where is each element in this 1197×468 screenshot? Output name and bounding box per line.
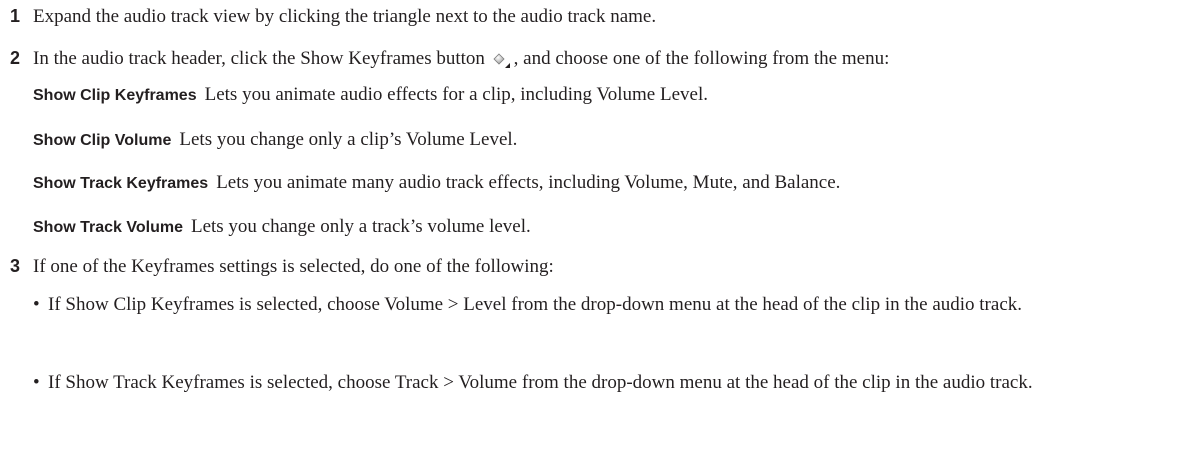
- step-text-after: , and choose one of the following from t…: [513, 48, 890, 69]
- definition-desc: Lets you animate many audio track effect…: [216, 172, 841, 193]
- step-number: 3: [10, 256, 21, 276]
- definition-show-track-volume: Show Track Volume Lets you change only a …: [33, 214, 531, 241]
- definition-term: Show Track Volume: [33, 219, 183, 236]
- show-keyframes-icon: [491, 50, 513, 70]
- step-text-before: In the audio track header, click the Sho…: [33, 48, 485, 69]
- step-1: 1 Expand the audio track view by clicking…: [10, 3, 656, 30]
- definition-desc: Lets you change only a track’s volume le…: [190, 216, 531, 237]
- step-number: 2: [10, 48, 21, 68]
- definition-show-clip-keyframes: Show Clip Keyframes Lets you animate audi…: [33, 82, 708, 109]
- bullet-item: • If Show Track Keyframes is selected, c…: [33, 370, 1183, 396]
- bullet-text: If Show Clip Keyframes is selected, choo…: [48, 294, 1023, 315]
- definition-desc: Lets you change only a clip’s Volume Lev…: [179, 129, 518, 150]
- bullet-icon: •: [33, 372, 40, 393]
- document-page: 1 Expand the audio track view by clicking…: [0, 0, 1197, 468]
- step-3: 3 If one of the Keyframes settings is sel…: [10, 253, 554, 280]
- bullet-icon: •: [33, 294, 40, 315]
- bullet-item: • If Show Clip Keyframes is selected, ch…: [33, 292, 1183, 318]
- step-2: 2 In the audio track header, click the Sh…: [10, 45, 889, 72]
- step-text: If one of the Keyframes settings is sele…: [33, 256, 554, 277]
- definition-show-clip-volume: Show Clip Volume Lets you change only a c…: [33, 127, 517, 154]
- definition-term: Show Clip Volume: [33, 132, 172, 149]
- bullet-text: If Show Track Keyframes is selected, cho…: [48, 372, 1033, 393]
- step-text: Expand the audio track view by clicking …: [33, 6, 657, 27]
- definition-desc: Lets you animate audio effects for a cli…: [204, 84, 708, 105]
- definition-show-track-keyframes: Show Track Keyframes Lets you animate man…: [33, 170, 840, 197]
- definition-term: Show Clip Keyframes: [33, 87, 197, 104]
- definition-term: Show Track Keyframes: [33, 175, 209, 192]
- step-number: 1: [10, 6, 21, 26]
